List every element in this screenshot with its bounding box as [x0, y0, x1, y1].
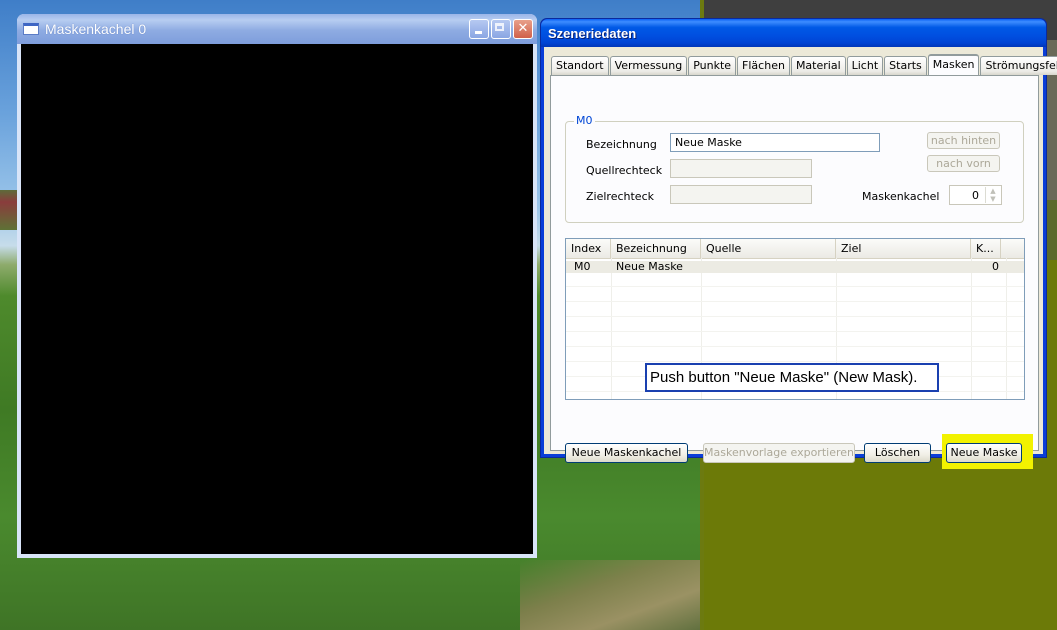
table-header: Index Bezeichnung Quelle Ziel K... — [566, 239, 1024, 259]
tab-vermessung[interactable]: Vermessung — [609, 56, 688, 75]
maskenkachel-label: Maskenkachel — [862, 190, 940, 203]
column-header-index[interactable]: Index — [566, 239, 611, 258]
cell-quelle — [701, 261, 836, 273]
tab-bar: Standort Vermessung Punkte Flächen Mater… — [551, 54, 1057, 76]
move-back-button[interactable]: nach hinten — [927, 132, 1000, 149]
close-button[interactable]: ✕ — [513, 19, 533, 39]
scenery-data-dialog: Szeneriedaten Standort Vermessung Punkte… — [540, 18, 1057, 469]
background-tree — [0, 190, 18, 230]
zielrechteck-label: Zielrechteck — [586, 190, 654, 203]
dialog-title: Szeneriedaten — [548, 25, 637, 41]
bezeichnung-input[interactable]: Neue Maske — [670, 133, 880, 152]
background-track — [520, 560, 700, 630]
group-label: M0 — [574, 114, 595, 127]
mask-tile-window: Maskenkachel 0 ✕ — [17, 14, 537, 558]
tab-stroemungsfeld[interactable]: Strömungsfeld — [980, 56, 1057, 75]
window-app-icon — [23, 23, 39, 35]
column-header-ziel[interactable]: Ziel — [836, 239, 971, 258]
minimize-button[interactable] — [469, 19, 489, 39]
quellrechteck-input[interactable] — [670, 159, 812, 178]
cell-index: M0 — [574, 260, 591, 273]
tab-standort[interactable]: Standort — [551, 56, 609, 75]
mask-group-box: M0 Bezeichnung Neue Maske Quellrechteck … — [565, 114, 1024, 223]
move-front-button[interactable]: nach vorn — [927, 155, 1000, 172]
table-row[interactable]: M0 Neue Maske 0 — [566, 261, 1024, 273]
maskenkachel-spinner[interactable]: 0 ▲ ▼ — [949, 185, 1002, 205]
tab-starts[interactable]: Starts — [884, 56, 927, 75]
tab-masken[interactable]: Masken — [927, 54, 980, 76]
tab-flaechen[interactable]: Flächen — [737, 56, 790, 75]
delete-button[interactable]: Löschen — [864, 443, 931, 463]
mask-tile-canvas[interactable] — [21, 44, 533, 554]
quellrechteck-label: Quellrechteck — [586, 164, 663, 177]
tab-punkte[interactable]: Punkte — [688, 56, 737, 75]
maskenkachel-value: 0 — [972, 189, 979, 202]
cell-bezeichnung: Neue Maske — [616, 260, 683, 273]
spinner-arrows-icon[interactable]: ▲ ▼ — [985, 187, 1000, 203]
tab-licht[interactable]: Licht — [846, 56, 884, 75]
zielrechteck-input[interactable] — [670, 185, 812, 204]
background-block — [1046, 200, 1057, 260]
instruction-callout: Push button "Neue Maske" (New Mask). — [645, 363, 939, 392]
new-mask-button[interactable]: Neue Maske — [946, 443, 1022, 463]
bezeichnung-label: Bezeichnung — [586, 138, 657, 151]
mask-tile-title: Maskenkachel 0 — [45, 21, 147, 37]
masks-table: Index Bezeichnung Quelle Ziel K... M0 Ne… — [565, 238, 1025, 400]
column-header-quelle[interactable]: Quelle — [701, 239, 836, 258]
masks-tab-panel: M0 Bezeichnung Neue Maske Quellrechteck … — [550, 75, 1039, 451]
cell-ziel — [836, 261, 971, 273]
mask-tile-titlebar[interactable]: Maskenkachel 0 ✕ — [17, 14, 537, 44]
column-header-bezeichnung[interactable]: Bezeichnung — [611, 239, 701, 258]
column-header-k[interactable]: K... — [971, 239, 1001, 258]
maximize-button[interactable] — [491, 19, 511, 39]
new-mask-tile-button[interactable]: Neue Maskenkachel — [565, 443, 688, 463]
export-mask-template-button[interactable]: Maskenvorlage exportieren — [703, 443, 855, 463]
tab-material[interactable]: Material — [790, 56, 846, 75]
dialog-body: Standort Vermessung Punkte Flächen Mater… — [544, 47, 1057, 469]
cell-k: 0 — [992, 260, 999, 273]
scenery-data-titlebar[interactable]: Szeneriedaten — [541, 19, 1046, 47]
